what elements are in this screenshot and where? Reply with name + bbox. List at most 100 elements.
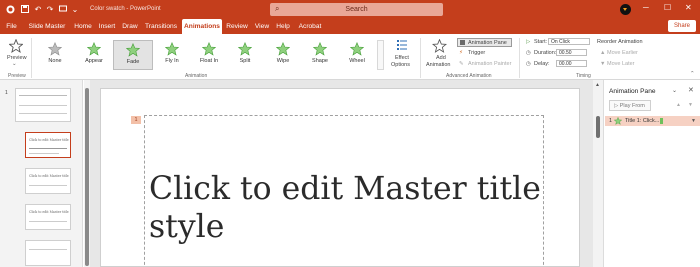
animation-pane-button[interactable]: Animation Pane: [457, 38, 512, 47]
thumbnail-line: [29, 221, 67, 222]
animation-order-tag[interactable]: 1: [131, 116, 141, 124]
title-placeholder[interactable]: Click to edit Master title style: [144, 115, 544, 267]
thumbnail-line: [29, 249, 67, 250]
close-button[interactable]: ✕: [685, 3, 692, 12]
animation-label: Fade: [126, 59, 140, 65]
document-title: Color swatch - PowerPoint: [90, 6, 161, 12]
scrollbar-thumb[interactable]: [85, 88, 89, 266]
canvas-scrollbar[interactable]: ▲: [593, 80, 603, 267]
tab-animations[interactable]: Animations: [182, 19, 222, 34]
slide-title[interactable]: Click to edit Master title style: [149, 170, 541, 246]
tab-slide-master[interactable]: Slide Master: [25, 19, 69, 34]
slide-thumbnail[interactable]: [25, 240, 71, 266]
animation-painter-button[interactable]: Animation Painter: [468, 61, 511, 67]
present-icon[interactable]: [58, 4, 68, 14]
effect-options-label-2[interactable]: Options: [391, 62, 410, 68]
animation-float-in[interactable]: Float In: [189, 40, 229, 70]
start-value: On Click: [551, 39, 570, 45]
move-up-icon[interactable]: ▲: [676, 102, 681, 108]
collapse-ribbon-icon[interactable]: ⌃: [690, 71, 695, 77]
minimize-button[interactable]: ─: [643, 3, 649, 12]
group-label-animation: Animation: [185, 73, 208, 79]
tab-draw[interactable]: Draw: [120, 19, 140, 34]
animation-appear[interactable]: Appear: [74, 40, 114, 70]
slide[interactable]: 1 Click to edit Master title style: [100, 88, 580, 267]
move-earlier-label: Move Earlier: [606, 50, 638, 56]
animation-split[interactable]: Split: [225, 40, 265, 70]
tab-review[interactable]: Review: [224, 19, 250, 34]
preview-dropdown-icon[interactable]: ⌄: [12, 61, 17, 67]
powerpoint-logo-icon: [5, 4, 15, 14]
add-animation-label-1[interactable]: Add: [436, 55, 446, 61]
customize-qat-icon[interactable]: ⌄: [70, 4, 80, 14]
animation-label: Wheel: [349, 58, 365, 64]
tab-transitions[interactable]: Transitions: [142, 19, 180, 34]
tab-file[interactable]: File: [3, 19, 20, 34]
maximize-button[interactable]: ☐: [664, 3, 671, 12]
animation-fly-in[interactable]: Fly In: [152, 40, 192, 70]
animation-label: None: [48, 58, 62, 64]
tab-insert[interactable]: Insert: [96, 19, 118, 34]
move-down-icon[interactable]: ▼: [688, 102, 693, 108]
slide-thumbnail[interactable]: [15, 88, 71, 122]
add-animation-label-2[interactable]: Animation: [426, 62, 450, 68]
slide-thumbnail-selected[interactable]: Click to edit Master title: [25, 132, 71, 158]
gallery-more-button[interactable]: [377, 40, 384, 70]
animation-wipe[interactable]: Wipe: [263, 40, 303, 70]
animation-shape[interactable]: Shape: [300, 40, 340, 70]
animation-label: Wipe: [276, 58, 290, 64]
start-select[interactable]: On Click: [548, 38, 590, 45]
ribbon-tabs: File Slide Master Home Insert Draw Trans…: [0, 19, 700, 34]
animation-list-item[interactable]: 1 Title 1: Click... ▼: [605, 116, 700, 126]
tab-acrobat[interactable]: Acrobat: [296, 19, 324, 34]
move-later-button[interactable]: ▼ Move Later: [600, 61, 635, 67]
play-from-button[interactable]: ▷ Play From: [609, 100, 651, 111]
duration-value: 00.50: [559, 50, 572, 56]
delay-input[interactable]: 00.00: [556, 60, 587, 67]
close-pane-icon[interactable]: ✕: [688, 86, 694, 94]
scroll-up-icon[interactable]: ▲: [595, 82, 600, 88]
move-earlier-button[interactable]: ▲ Move Earlier: [600, 50, 638, 56]
search-box[interactable]: ⌕ Search: [270, 3, 443, 16]
animation-pane-label: Animation Pane: [468, 40, 507, 46]
save-icon[interactable]: [20, 4, 30, 14]
animation-none[interactable]: None: [35, 40, 75, 70]
animation-fade[interactable]: Fade: [113, 40, 153, 70]
animation-label: Appear: [85, 58, 103, 64]
entry-dropdown-icon[interactable]: ▼: [691, 116, 696, 126]
tab-view[interactable]: View: [252, 19, 272, 34]
trigger-button[interactable]: Trigger: [468, 50, 485, 56]
slide-thumbnail[interactable]: Click to edit Master title: [25, 204, 71, 230]
scrollbar-thumb[interactable]: [596, 116, 600, 138]
avatar[interactable]: [620, 4, 631, 15]
redo-icon[interactable]: ↷: [45, 4, 55, 14]
start-icon: ▷: [526, 39, 531, 45]
title-bar: ↶ ↷ ⌄ Color swatch - PowerPoint ⌕ Search…: [0, 0, 700, 19]
animation-wheel[interactable]: Wheel: [337, 40, 377, 70]
add-animation-icon[interactable]: [431, 38, 448, 55]
preview-button[interactable]: Preview: [7, 55, 27, 61]
delay-icon: ◷: [526, 61, 531, 67]
share-button[interactable]: Share: [668, 20, 696, 32]
animation-label: Float In: [199, 58, 219, 64]
slide-thumbnail[interactable]: Click to edit Master title: [25, 168, 71, 194]
thumbnail-title: Click to edit Master title: [29, 174, 69, 178]
start-label: Start:: [534, 39, 548, 45]
slide-number: 1: [5, 90, 8, 96]
pane-options-icon[interactable]: ⌄: [672, 87, 677, 94]
animation-pane: Animation Pane ⌄ ✕ ▷ Play From ▲ ▼ 1 Tit…: [603, 80, 700, 267]
preview-icon[interactable]: [8, 38, 24, 55]
tab-home[interactable]: Home: [71, 19, 95, 34]
duration-input[interactable]: 00.50: [556, 49, 587, 56]
tab-help[interactable]: Help: [274, 19, 292, 34]
undo-icon[interactable]: ↶: [33, 4, 43, 14]
animation-label: Shape: [312, 58, 328, 64]
effect-options-label-1[interactable]: Effect: [395, 55, 409, 61]
slide-canvas: 1 Click to edit Master title style: [90, 80, 593, 267]
group-label-preview: Preview: [8, 73, 26, 79]
animation-painter-icon: ✎: [459, 61, 464, 67]
duration-icon: ◷: [526, 50, 531, 56]
effect-options-icon[interactable]: [396, 39, 408, 55]
animation-pane-icon: [460, 40, 465, 45]
down-arrow-icon: ▼: [600, 61, 607, 67]
